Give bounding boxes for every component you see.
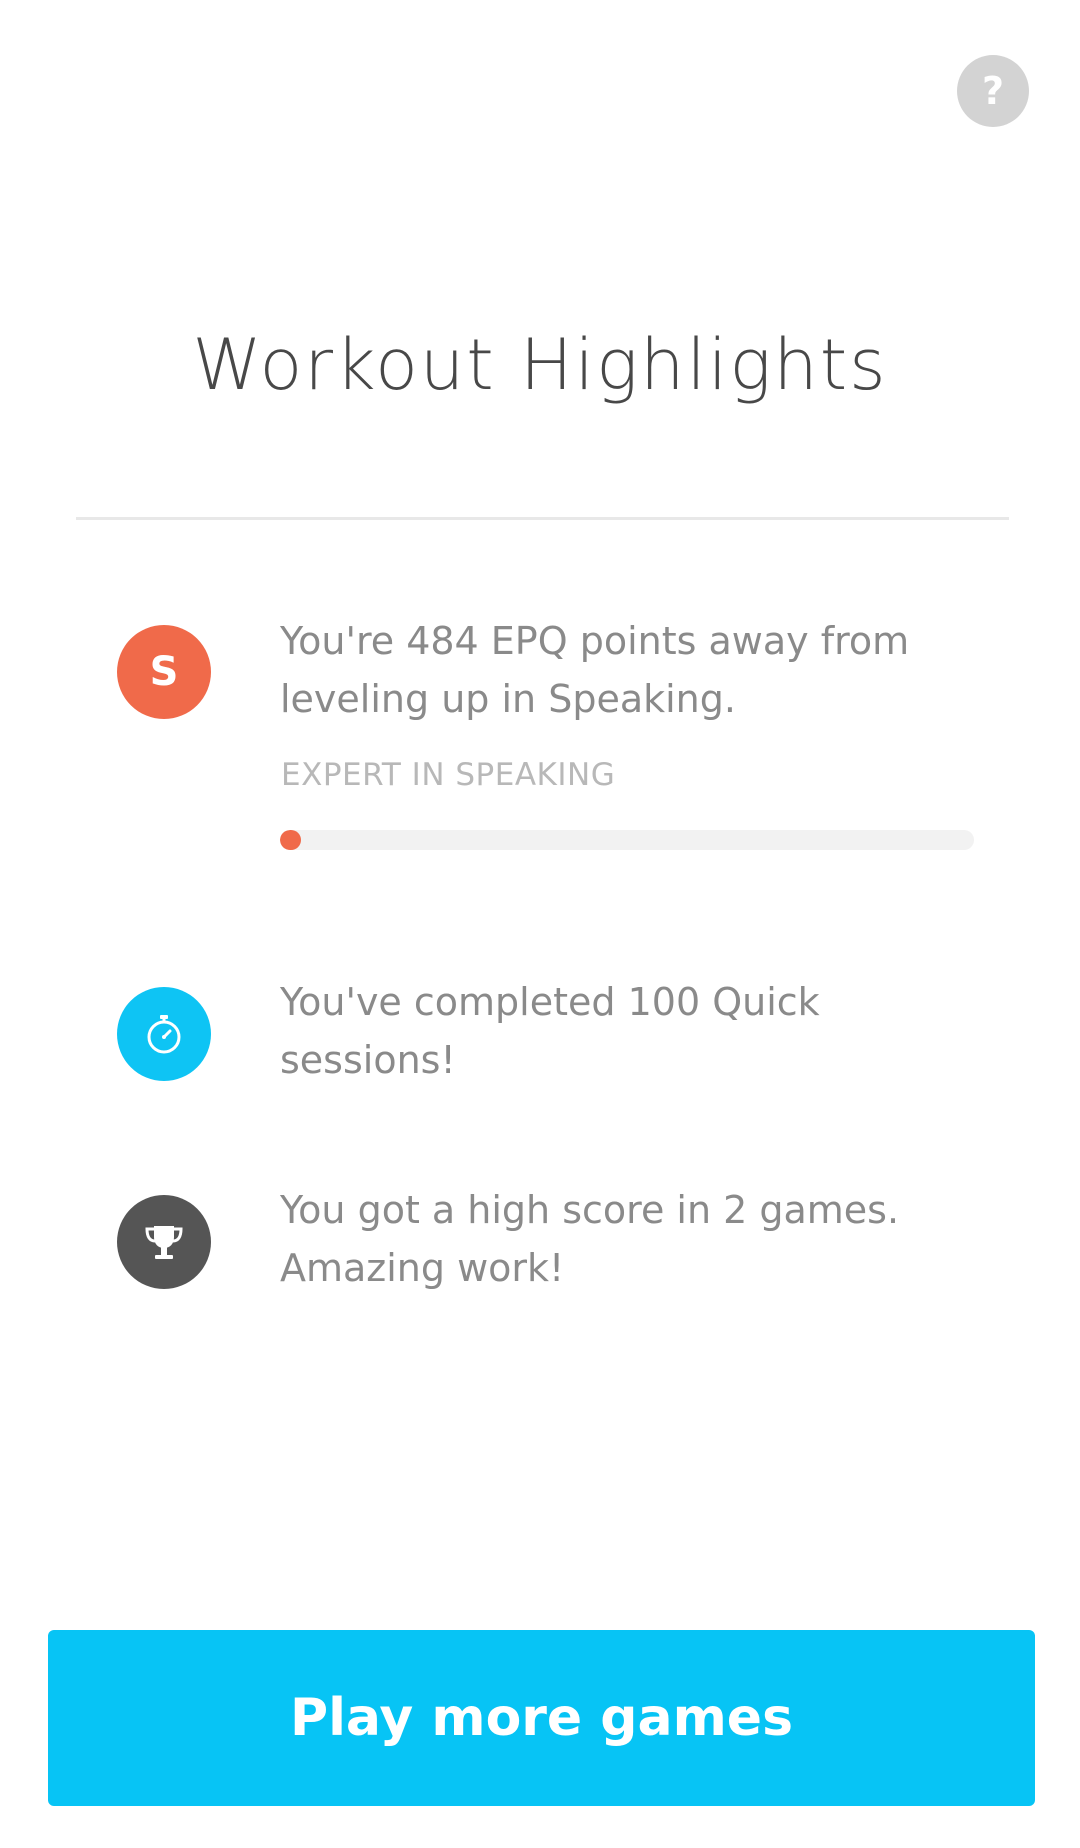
stopwatch-icon [117, 987, 211, 1081]
speaking-progress-fill [280, 830, 301, 850]
skill-level-label: EXPERT IN SPEAKING [281, 757, 616, 793]
speaking-letter-icon: S [117, 625, 211, 719]
trophy-icon [117, 1195, 211, 1289]
help-button[interactable]: ? [957, 55, 1029, 127]
speaking-progress-bar [280, 830, 974, 850]
highlight-quick-sessions-text: You've completed 100 Quick sessions! [280, 980, 820, 1082]
page-title: Workout Highlights [192, 324, 888, 406]
highlight-high-score-text: You got a high score in 2 games. Amazing… [280, 1188, 900, 1290]
play-more-games-button[interactable]: Play more games [48, 1630, 1035, 1806]
question-mark-icon: ? [981, 69, 1005, 113]
highlight-speaking-text: You're 484 EPQ points away from leveling… [280, 619, 910, 721]
divider [76, 517, 1009, 520]
